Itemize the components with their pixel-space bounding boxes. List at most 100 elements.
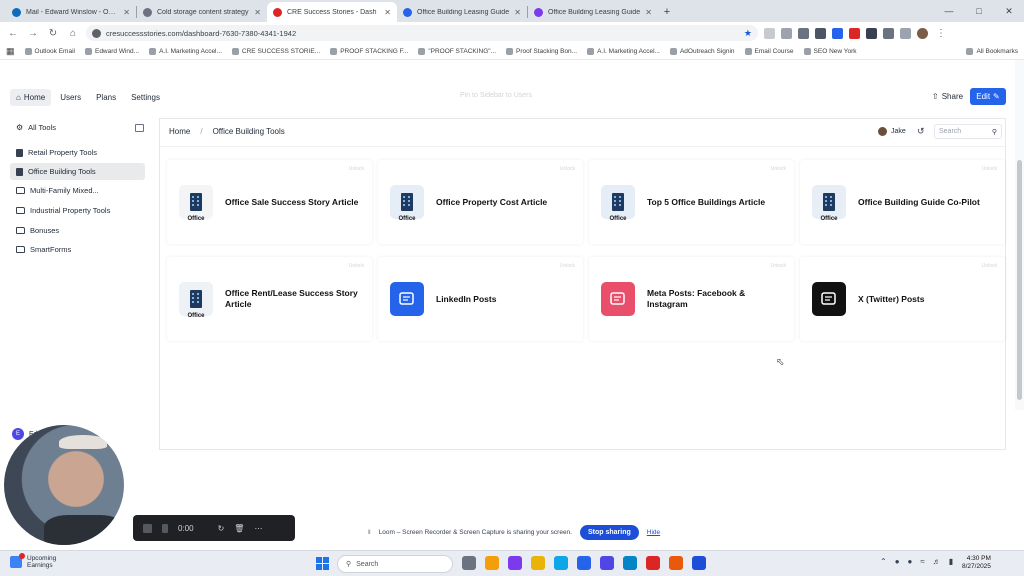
bookmark-item[interactable]: Outlook Email <box>24 48 75 55</box>
bookmark-item[interactable]: SEO New York <box>803 48 857 55</box>
collapse-sidebar-icon[interactable] <box>135 124 144 132</box>
nav-home[interactable]: ⌂ Home <box>10 88 52 106</box>
close-tab-icon[interactable]: ✕ <box>645 8 652 17</box>
minimize-icon[interactable]: — <box>934 0 964 22</box>
tool-card[interactable]: Unlock Office Office Property Cost Article <box>378 160 583 244</box>
nav-plans[interactable]: Plans <box>90 89 122 106</box>
bookmark-item[interactable]: A.I. Marketing Accel... <box>587 48 660 55</box>
bookmark-item[interactable]: PROOF STACKING F... <box>330 48 408 55</box>
browser-tab[interactable]: Mail - Edward Winslow - Outlo ✕ <box>6 2 136 22</box>
url-field[interactable]: cresuccessstories.com/dashboard-7630-738… <box>86 25 758 41</box>
stop-sharing-button[interactable]: Stop sharing <box>579 524 639 540</box>
clock[interactable]: 4:30 PM 8/27/2025 <box>962 555 991 572</box>
bookmark-item[interactable]: Email Course <box>744 48 794 55</box>
sidebar-item[interactable]: Bonuses <box>10 222 145 239</box>
browser-tab[interactable]: Cold storage content strategy ✕ <box>137 2 267 22</box>
task-view-icon[interactable] <box>462 556 476 570</box>
tool-card[interactable]: Unlock Office Office Rent/Lease Success St… <box>167 257 372 341</box>
volume-icon[interactable]: ♬ <box>933 557 941 566</box>
maximize-icon[interactable]: □ <box>964 0 994 22</box>
word-icon[interactable] <box>692 556 706 570</box>
forward-icon[interactable]: → <box>26 28 40 39</box>
widgets-icon[interactable] <box>485 556 499 570</box>
close-tab-icon[interactable]: ✕ <box>514 8 521 17</box>
restart-icon[interactable]: ↻ <box>218 524 225 533</box>
extension-icon[interactable] <box>815 27 826 39</box>
back-icon[interactable]: ← <box>6 28 20 39</box>
tool-card[interactable]: Unlock Office Office Building Guide Co-Pil… <box>800 160 1005 244</box>
webcam-bubble[interactable] <box>4 425 124 545</box>
chevron-up-icon[interactable]: ⌃ <box>880 557 887 566</box>
new-tab-icon[interactable]: + <box>658 2 676 22</box>
extension-icon[interactable] <box>832 27 843 39</box>
bookmark-item[interactable]: A.I. Marketing Accel... <box>149 48 222 55</box>
store-icon[interactable] <box>577 556 591 570</box>
user-chip[interactable]: Jake <box>878 127 906 136</box>
all-tools-link[interactable]: ⚙ All Tools <box>16 123 56 132</box>
hide-link[interactable]: Hide <box>647 529 660 536</box>
breadcrumb-home[interactable]: Home <box>169 127 190 136</box>
bookmark-item[interactable]: CRE SUCCESS STORIE... <box>231 48 320 55</box>
scrollbar[interactable] <box>1015 60 1024 410</box>
tray-icon[interactable]: ● <box>908 557 913 566</box>
sidebar-item[interactable]: Retail Property Tools <box>10 144 145 161</box>
profile-avatar[interactable] <box>917 27 928 39</box>
bookmark-star-icon[interactable]: ★ <box>744 28 752 39</box>
extension-icon[interactable] <box>798 27 809 39</box>
bookmark-item[interactable]: Edward Wind... <box>84 48 139 55</box>
extension-icon[interactable] <box>781 27 792 39</box>
site-info-icon[interactable] <box>92 28 101 38</box>
sidebar-toggle-icon[interactable] <box>883 27 894 39</box>
pause-icon[interactable] <box>162 523 168 533</box>
chrome-icon[interactable] <box>669 556 683 570</box>
nav-settings[interactable]: Settings <box>125 89 166 106</box>
taskbar-search[interactable]: ⚲ Search <box>337 555 453 573</box>
tray-icon[interactable]: ● <box>895 557 900 566</box>
battery-icon[interactable]: ▮ <box>949 557 953 566</box>
apps-icon[interactable]: ▦ <box>6 46 15 57</box>
extensions-puzzle-icon[interactable] <box>866 27 877 39</box>
extension-icon[interactable] <box>849 27 860 39</box>
teams-icon[interactable] <box>508 556 522 570</box>
browser-tab[interactable]: Office Building Leasing Guide ✕ <box>397 2 527 22</box>
bookmark-item[interactable]: Proof Stacking Bon... <box>506 48 577 55</box>
reload-icon[interactable]: ↻ <box>46 28 60 39</box>
sidebar-item[interactable]: Multi-Family Mixed... <box>10 182 145 199</box>
more-icon[interactable]: ⋯ <box>254 524 262 533</box>
edit-button[interactable]: Edit ✎ <box>970 88 1006 105</box>
app-icon[interactable] <box>623 556 637 570</box>
history-icon[interactable]: ↺ <box>917 126 925 137</box>
tool-card[interactable]: Unlock Meta Posts: Facebook & Instagram <box>589 257 794 341</box>
app-icon[interactable] <box>646 556 660 570</box>
search-input[interactable]: Search ⚲ <box>934 124 1002 139</box>
file-explorer-icon[interactable] <box>531 556 545 570</box>
close-tab-icon[interactable]: ✕ <box>123 8 130 17</box>
close-tab-icon[interactable]: ✕ <box>254 8 261 17</box>
bookmark-item[interactable]: "PROOF STACKING"... <box>418 48 496 55</box>
menu-icon[interactable]: ⋮ <box>934 28 948 39</box>
browser-tab[interactable]: Office Building Leasing Guide ✕ <box>528 2 658 22</box>
download-icon[interactable] <box>900 27 911 39</box>
edge-icon[interactable] <box>554 556 568 570</box>
news-widget[interactable]: Upcoming Earnings <box>10 553 56 570</box>
stop-record-icon[interactable] <box>143 523 152 533</box>
home-icon[interactable]: ⌂ <box>66 28 80 39</box>
tool-card[interactable]: Unlock Office Office Sale Success Story Ar… <box>167 160 372 244</box>
tool-card[interactable]: Unlock Office Top 5 Office Buildings Artic… <box>589 160 794 244</box>
start-icon[interactable] <box>316 557 329 570</box>
all-bookmarks[interactable]: All Bookmarks <box>966 48 1018 55</box>
browser-tab[interactable]: CRE Success Stories - Dash ✕ <box>267 2 397 22</box>
tool-card[interactable]: Unlock X (Twitter) Posts <box>800 257 1005 341</box>
delete-icon[interactable]: 🗑 <box>234 524 244 533</box>
nav-users[interactable]: Users <box>54 89 87 106</box>
close-window-icon[interactable]: ✕ <box>994 0 1024 22</box>
tool-card[interactable]: Unlock LinkedIn Posts <box>378 257 583 341</box>
sidebar-item[interactable]: Industrial Property Tools <box>10 202 145 219</box>
extension-icon[interactable] <box>764 27 775 39</box>
share-button[interactable]: ⇧ Share <box>928 89 967 104</box>
wifi-icon[interactable]: ≈ <box>920 557 924 566</box>
sidebar-item[interactable]: Office Building Tools <box>10 163 145 180</box>
app-icon[interactable] <box>600 556 614 570</box>
bookmark-item[interactable]: AdOutreach Signin <box>669 48 735 55</box>
scrollbar-thumb[interactable] <box>1017 160 1022 400</box>
